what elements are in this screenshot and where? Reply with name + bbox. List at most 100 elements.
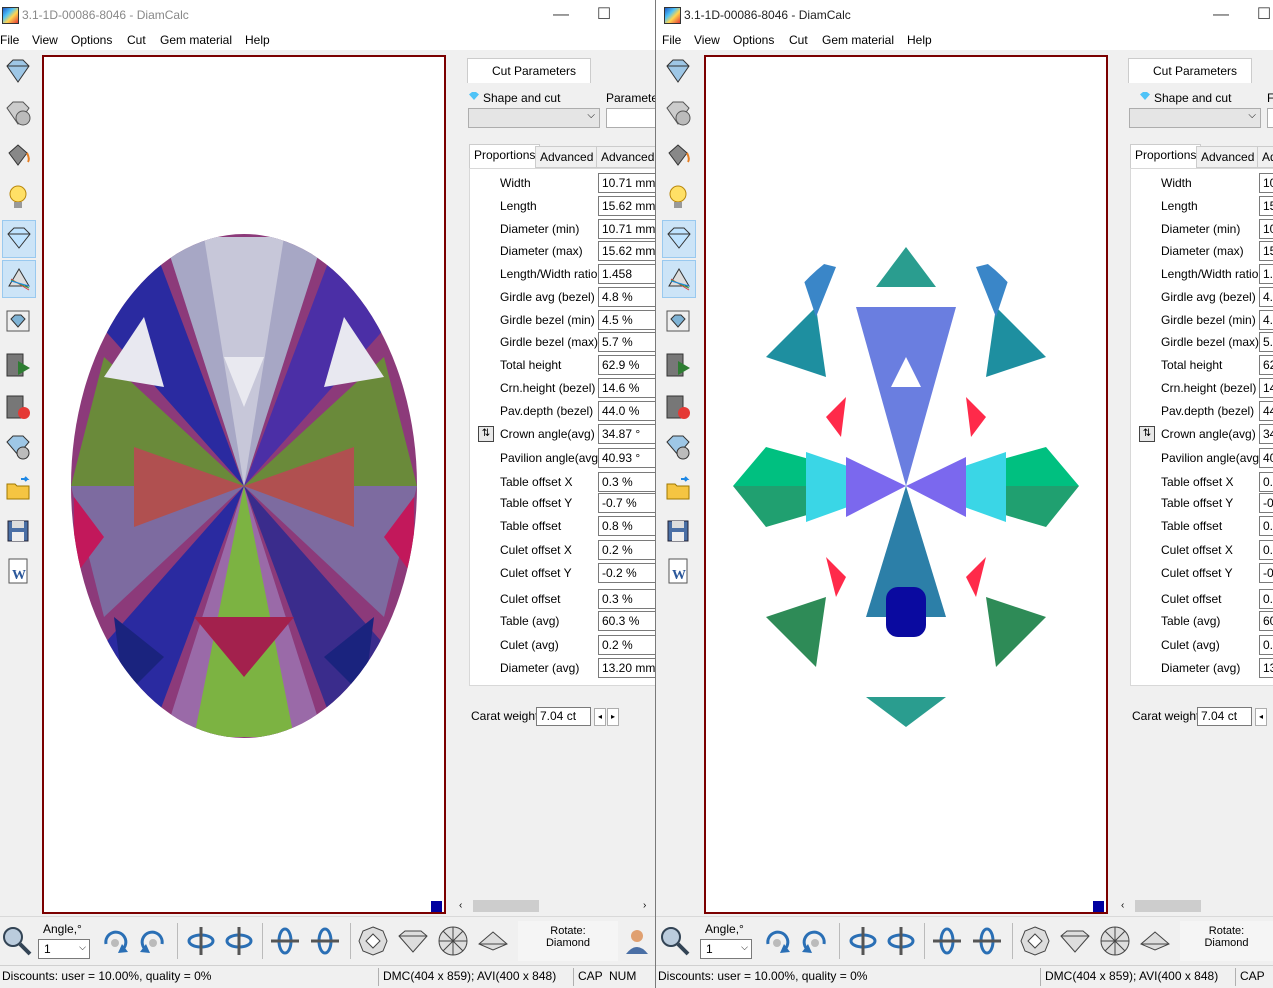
- proportion-value-field[interactable]: 0.3: [1259, 589, 1273, 609]
- proportion-value-field[interactable]: 4.5: [1259, 310, 1273, 330]
- diamond-view-icon[interactable]: [2, 54, 34, 90]
- rotate-mode-indicator[interactable]: Rotate: Diamond: [1180, 921, 1273, 961]
- menu-gem-material[interactable]: Gem material: [160, 33, 232, 47]
- proportion-value-field[interactable]: 15.62 mm: [598, 196, 655, 216]
- save-disk-icon[interactable]: [2, 514, 34, 550]
- angled-view-icon[interactable]: [1138, 924, 1172, 958]
- film-play-icon[interactable]: [662, 348, 694, 384]
- tab-cut-parameters[interactable]: Cut Parameters: [1128, 58, 1252, 83]
- tab-proportions[interactable]: Proportions: [469, 144, 541, 169]
- angled-view-icon[interactable]: [476, 924, 510, 958]
- panel-horizontal-scrollbar[interactable]: ‹ ›: [455, 898, 655, 914]
- tab-proportions[interactable]: Proportions: [1130, 144, 1202, 169]
- open-folder-icon[interactable]: [662, 472, 694, 508]
- panel-horizontal-scrollbar[interactable]: ‹: [1117, 898, 1273, 914]
- top-view-icon[interactable]: [1018, 924, 1052, 958]
- minimize-button[interactable]: —: [1211, 5, 1231, 25]
- save-disk-icon[interactable]: [662, 514, 694, 550]
- proportion-value-field[interactable]: 44.0 %: [598, 401, 655, 421]
- parameters-input[interactable]: [1267, 108, 1273, 128]
- carat-decrease-button[interactable]: ◂: [594, 708, 606, 726]
- shape-cut-dropdown[interactable]: ⌵: [1129, 108, 1261, 128]
- light-bulb-icon[interactable]: [662, 180, 694, 216]
- menu-file[interactable]: File: [662, 33, 681, 47]
- proportion-value-field[interactable]: -0.: [1259, 563, 1273, 583]
- proportion-value-field[interactable]: 4.8 %: [598, 287, 655, 307]
- proportion-value-field[interactable]: 0.3 %: [598, 589, 655, 609]
- film-record-icon[interactable]: [2, 390, 34, 426]
- sparkle-diamond-icon[interactable]: [662, 220, 696, 258]
- side-view-icon[interactable]: [1058, 924, 1092, 958]
- proportion-value-field[interactable]: 4.8: [1259, 287, 1273, 307]
- proportion-value-field[interactable]: 0.3: [1259, 472, 1273, 492]
- proportion-value-field[interactable]: 13: [1259, 658, 1273, 678]
- flip-horizontal-icon[interactable]: [184, 924, 218, 958]
- parameters-input[interactable]: [606, 108, 655, 128]
- tab-advanced-2[interactable]: Ad: [1257, 146, 1273, 168]
- menu-cut[interactable]: Cut: [127, 33, 146, 47]
- scroll-thumb[interactable]: [473, 900, 539, 912]
- proportion-value-field[interactable]: 40: [1259, 448, 1273, 468]
- film-play-icon[interactable]: [2, 348, 34, 384]
- menu-view[interactable]: View: [32, 33, 58, 47]
- rotate-cw-icon[interactable]: [98, 924, 132, 958]
- proportion-value-field[interactable]: 15.62 mm: [598, 241, 655, 261]
- sparkle-diamond-icon[interactable]: [2, 220, 36, 258]
- proportion-value-field[interactable]: 4.5 %: [598, 310, 655, 330]
- film-record-icon[interactable]: [662, 390, 694, 426]
- diamond-sphere-icon[interactable]: [2, 96, 34, 132]
- proportion-value-field[interactable]: 15: [1259, 241, 1273, 261]
- lock-icon[interactable]: ⇅: [1139, 426, 1155, 442]
- diamond-view-canvas[interactable]: [42, 55, 446, 914]
- tab-cut-parameters[interactable]: Cut Parameters: [467, 58, 591, 83]
- diamond-gear-icon[interactable]: [662, 430, 694, 466]
- diamond-view-canvas[interactable]: [704, 55, 1108, 914]
- diamond-picture-icon[interactable]: [2, 304, 34, 340]
- minimize-button[interactable]: —: [551, 5, 571, 25]
- proportion-value-field[interactable]: 0.2: [1259, 635, 1273, 655]
- top-view-icon[interactable]: [356, 924, 390, 958]
- open-folder-icon[interactable]: [2, 472, 34, 508]
- rotate-cw-icon[interactable]: [760, 924, 794, 958]
- maximize-button[interactable]: ☐: [1254, 5, 1273, 25]
- proportion-value-field[interactable]: -0.7 %: [598, 493, 655, 513]
- proportion-value-field[interactable]: 34.87 °: [598, 424, 655, 444]
- proportion-value-field[interactable]: 0.2 %: [598, 540, 655, 560]
- carat-weight-input[interactable]: 7.04 ct: [1197, 707, 1252, 726]
- proportion-value-field[interactable]: 13.20 mm: [598, 658, 655, 678]
- diamond-gear-icon[interactable]: [2, 430, 34, 466]
- proportion-value-field[interactable]: 10.71 mm: [598, 219, 655, 239]
- bottom-view-icon[interactable]: [436, 924, 470, 958]
- side-view-icon[interactable]: [396, 924, 430, 958]
- menu-help[interactable]: Help: [245, 33, 270, 47]
- zoom-icon[interactable]: [0, 924, 34, 958]
- proportion-value-field[interactable]: 1.4: [1259, 264, 1273, 284]
- proportion-value-field[interactable]: 14.6 %: [598, 378, 655, 398]
- title-bar[interactable]: 3.1-1D-00086-8046 - DiamCalc — ☐: [0, 0, 655, 30]
- prism-icon[interactable]: [662, 260, 696, 298]
- diamond-view-icon[interactable]: [662, 54, 694, 90]
- proportion-value-field[interactable]: 60.3 %: [598, 611, 655, 631]
- prism-icon[interactable]: [2, 260, 36, 298]
- proportion-value-field[interactable]: 44: [1259, 401, 1273, 421]
- scroll-thumb[interactable]: [1135, 900, 1201, 912]
- proportion-value-field[interactable]: 10: [1259, 219, 1273, 239]
- proportion-value-field[interactable]: 62: [1259, 355, 1273, 375]
- flip-vertical-icon[interactable]: [268, 924, 302, 958]
- paint-bucket-icon[interactable]: [662, 138, 694, 174]
- proportion-value-field[interactable]: 40.93 °: [598, 448, 655, 468]
- diamond-picture-icon[interactable]: [662, 304, 694, 340]
- user-rotate-icon[interactable]: [620, 924, 654, 958]
- proportion-value-field[interactable]: 60: [1259, 611, 1273, 631]
- proportion-value-field[interactable]: 0.2: [1259, 540, 1273, 560]
- proportion-value-field[interactable]: 0.3 %: [598, 472, 655, 492]
- flip-vertical-icon[interactable]: [930, 924, 964, 958]
- menu-options[interactable]: Options: [71, 33, 112, 47]
- scroll-right-arrow[interactable]: ›: [643, 898, 646, 914]
- word-export-icon[interactable]: W: [2, 554, 34, 590]
- flip-vertical-reverse-icon[interactable]: [308, 924, 342, 958]
- proportion-value-field[interactable]: 0.8: [1259, 516, 1273, 536]
- proportion-value-field[interactable]: 14: [1259, 378, 1273, 398]
- bottom-view-icon[interactable]: [1098, 924, 1132, 958]
- flip-horizontal-icon[interactable]: [846, 924, 880, 958]
